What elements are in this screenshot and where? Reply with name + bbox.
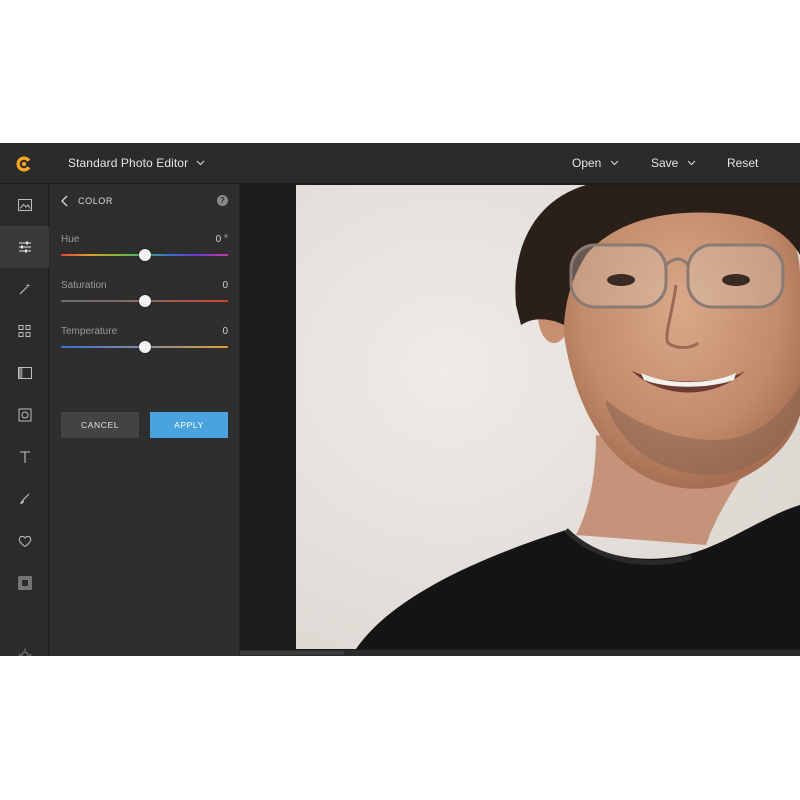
reset-label: Reset	[727, 156, 759, 170]
photo-editor-app: Standard Photo Editor Open Save Reset CO…	[0, 143, 800, 656]
scrollbar-thumb[interactable]	[240, 651, 344, 655]
layout-icon	[17, 367, 32, 379]
rail-item-draw[interactable]	[0, 478, 49, 520]
save-menu-button[interactable]: Save	[651, 156, 696, 170]
saturation-slider-group: Saturation 0	[61, 280, 228, 320]
open-menu-button[interactable]: Open	[572, 156, 619, 170]
rail-item-text[interactable]	[0, 436, 49, 478]
gear-icon	[18, 648, 31, 656]
hue-slider-group: Hue 0 °	[61, 234, 228, 274]
hue-value: 0 °	[215, 234, 228, 245]
save-label: Save	[651, 156, 679, 170]
reset-button[interactable]: Reset	[727, 156, 758, 170]
color-panel: COLOR ? Hue 0 ° Saturation 0 Temperature…	[50, 184, 239, 656]
text-icon	[19, 451, 30, 463]
image-icon	[17, 199, 32, 211]
panel-title: COLOR	[78, 196, 114, 206]
saturation-slider-thumb[interactable]	[138, 295, 151, 307]
magic-wand-icon	[19, 283, 30, 295]
saturation-value: 0	[222, 280, 228, 291]
rail-item-layout[interactable]	[0, 352, 49, 394]
chevron-down-icon	[196, 160, 205, 166]
editor-mode-label: Standard Photo Editor	[68, 156, 189, 170]
portrait-photo	[296, 185, 800, 649]
panel-header: COLOR ?	[50, 184, 239, 218]
canvas-area	[240, 184, 800, 656]
rail-item-frames[interactable]	[0, 394, 49, 436]
rail-item-settings[interactable]	[0, 634, 49, 656]
grid-icon	[18, 325, 30, 337]
top-bar: Standard Photo Editor Open Save Reset	[0, 143, 800, 184]
temperature-slider-group: Temperature 0	[61, 326, 228, 366]
temperature-slider-thumb[interactable]	[138, 341, 151, 353]
apply-button[interactable]: APPLY	[150, 412, 228, 438]
rail-item-image[interactable]	[0, 184, 49, 226]
editor-mode-dropdown[interactable]: Standard Photo Editor	[68, 156, 205, 170]
back-arrow-icon[interactable]	[60, 195, 70, 207]
chevron-down-icon	[610, 160, 619, 166]
sliders-icon	[18, 241, 31, 253]
border-icon	[18, 576, 31, 590]
open-label: Open	[572, 156, 602, 170]
rail-item-stickers[interactable]	[0, 520, 49, 562]
temperature-value: 0	[222, 326, 228, 337]
rail-item-collage[interactable]	[0, 310, 49, 352]
tool-rail	[0, 184, 49, 656]
rail-item-adjust[interactable]	[0, 226, 49, 268]
help-icon[interactable]: ?	[217, 195, 228, 206]
frame-icon	[18, 408, 31, 422]
cancel-button[interactable]: CANCEL	[61, 412, 139, 438]
rail-item-borders[interactable]	[0, 562, 49, 604]
photo-preview[interactable]	[296, 185, 800, 649]
brush-icon	[19, 493, 29, 504]
hue-label: Hue	[61, 234, 80, 245]
logo-icon	[16, 156, 31, 172]
rail-item-effects[interactable]	[0, 268, 49, 310]
horizontal-scrollbar[interactable]	[240, 650, 800, 656]
temperature-label: Temperature	[61, 326, 118, 337]
saturation-label: Saturation	[61, 280, 107, 291]
heart-icon	[18, 535, 31, 548]
hue-slider-thumb[interactable]	[138, 249, 151, 261]
chevron-down-icon	[687, 160, 696, 166]
